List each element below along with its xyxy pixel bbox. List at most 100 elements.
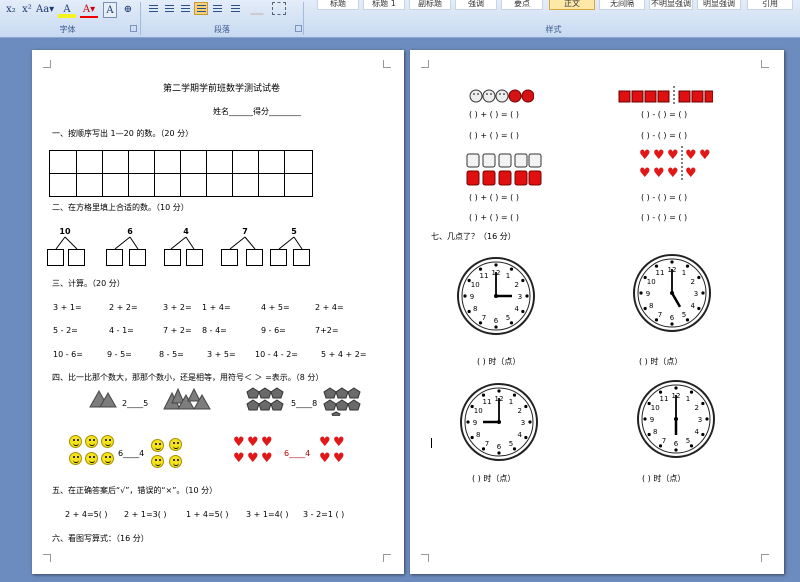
align-right-button[interactable]	[178, 2, 192, 15]
cylinders-group	[466, 153, 542, 186]
svg-text:9: 9	[473, 419, 477, 427]
answer-box[interactable]	[106, 249, 123, 266]
font-dialog-launcher[interactable]	[130, 25, 137, 32]
calc-item: 5 + 4 + 2=	[321, 350, 367, 359]
answer-box[interactable]	[68, 249, 85, 266]
crop-mark	[761, 554, 769, 562]
style-normal[interactable]: 正文	[549, 0, 595, 10]
calc-item: 3 + 5=	[207, 350, 236, 359]
clock-answer[interactable]: ( ) 时（点）	[477, 357, 520, 367]
style-strong[interactable]: 要点	[501, 0, 543, 10]
svg-text:8: 8	[649, 302, 653, 310]
style-no-spacing[interactable]: 无间隔	[599, 0, 645, 10]
highlight-color-button[interactable]: A	[58, 2, 76, 18]
paragraph-dialog-launcher[interactable]	[295, 25, 302, 32]
svg-text:1: 1	[682, 269, 686, 277]
split-lines	[170, 236, 195, 250]
judge-item: 1 + 4=5( )	[186, 510, 229, 519]
smiley-icon	[151, 455, 164, 468]
svg-text:2: 2	[515, 281, 519, 289]
svg-text:5: 5	[686, 437, 690, 445]
answer-box[interactable]	[186, 249, 203, 266]
justify-button[interactable]	[194, 2, 208, 15]
crop-mark	[383, 60, 391, 68]
crop-mark	[421, 554, 429, 562]
distributed-button[interactable]	[210, 2, 224, 15]
change-case-button[interactable]: Aa▾	[36, 2, 54, 18]
style-subtle-emphasis[interactable]: 不明显强调	[649, 0, 693, 10]
split-lines	[278, 236, 303, 250]
superscript-button[interactable]: x²	[20, 2, 34, 18]
style-subtitle[interactable]: 副标题	[409, 0, 451, 10]
answer-box[interactable]	[246, 249, 263, 266]
question-1: 一、按顺序写出 1—20 的数。（20 分）	[52, 129, 194, 138]
clock-answer[interactable]: ( ) 时（点）	[472, 474, 515, 484]
answer-box[interactable]	[293, 249, 310, 266]
answer-box[interactable]	[221, 249, 238, 266]
compare-blank[interactable]: 2____5	[122, 399, 148, 409]
pentagons-group	[246, 387, 284, 411]
borders-button[interactable]	[272, 2, 286, 15]
answer-box[interactable]	[164, 249, 181, 266]
subscript-button[interactable]: x₂	[4, 2, 18, 18]
document-page-2[interactable]: ( ) + ( ) = ( ) ( ) + ( ) = ( ) ( ) - ( …	[410, 50, 784, 574]
align-center-button[interactable]	[162, 2, 176, 15]
number-split: 7	[221, 227, 269, 267]
svg-text:7: 7	[482, 314, 486, 322]
number-split: 5	[270, 227, 318, 267]
line-spacing-button[interactable]	[228, 2, 242, 15]
answer-box[interactable]	[270, 249, 287, 266]
crop-mark	[43, 60, 51, 68]
heart-icon: ♥	[639, 148, 651, 163]
compare-blank[interactable]: 6____4	[118, 449, 144, 459]
heart-icon: ♥	[247, 435, 259, 450]
paragraph-group-label: 段落	[214, 25, 230, 34]
clock-icon: 123456789101112	[633, 254, 711, 332]
character-shading-button[interactable]: A	[103, 2, 117, 18]
split-number: 10	[59, 227, 71, 236]
calc-item: 4 - 1=	[109, 326, 134, 335]
font-color-button[interactable]: A▾	[80, 2, 98, 18]
name-score-line: 姓名______得分________	[213, 107, 301, 116]
crop-mark	[383, 554, 391, 562]
calc-item: 3 + 2=	[163, 303, 192, 312]
svg-text:10: 10	[474, 407, 483, 415]
answer-box[interactable]	[47, 249, 64, 266]
calc-item: 8 - 5=	[159, 350, 184, 359]
document-page-1[interactable]: 第二学期学前班数学测试试卷 姓名______得分________ 一、按顺序写出…	[32, 50, 404, 574]
svg-text:11: 11	[483, 398, 492, 406]
heart-icon: ♥	[233, 435, 245, 450]
svg-text:2: 2	[518, 407, 522, 415]
judge-item: 2 + 1=3( )	[124, 510, 167, 519]
style-quote[interactable]: 引用	[747, 0, 793, 10]
equation-line: ( ) + ( ) = ( )	[469, 110, 519, 119]
compare-blank[interactable]: 6____4	[284, 449, 310, 459]
style-intense-emphasis[interactable]: 明显强调	[697, 0, 741, 10]
answer-box[interactable]	[129, 249, 146, 266]
smiley-icon	[101, 452, 114, 465]
style-emphasis[interactable]: 强调	[455, 0, 497, 10]
pentagons-group	[323, 387, 361, 416]
align-left-button[interactable]	[146, 2, 160, 15]
split-number: 7	[242, 227, 248, 236]
calc-item: 10 - 4 - 2=	[255, 350, 299, 359]
enclose-characters-button[interactable]: ⊕	[121, 2, 135, 18]
svg-text:6: 6	[494, 317, 499, 325]
clock-answer[interactable]: ( ) 时（点）	[642, 474, 685, 484]
heart-icon: ♥	[699, 148, 711, 163]
shading-button[interactable]	[250, 2, 264, 15]
svg-text:1: 1	[509, 398, 513, 406]
styles-group-label: 样式	[545, 25, 562, 34]
split-lines	[55, 236, 78, 250]
exam-title: 第二学期学前班数学测试试卷	[163, 84, 281, 94]
text-cursor	[431, 438, 432, 448]
question-4: 四、比一比那个数大，那那个数小，还是相等，用符号＜ ＞ =表示。（8 分）	[52, 373, 324, 382]
equation-line: ( ) + ( ) = ( )	[469, 213, 519, 222]
heart-icon: ♥	[261, 435, 273, 450]
style-heading-1[interactable]: 标题 1	[363, 0, 405, 10]
clock-answer[interactable]: ( ) 时（点）	[639, 357, 682, 367]
compare-blank[interactable]: 5____8	[291, 399, 317, 409]
heart-icon: ♥	[247, 451, 259, 466]
style-title[interactable]: 标题	[317, 0, 359, 10]
svg-text:10: 10	[651, 404, 660, 412]
